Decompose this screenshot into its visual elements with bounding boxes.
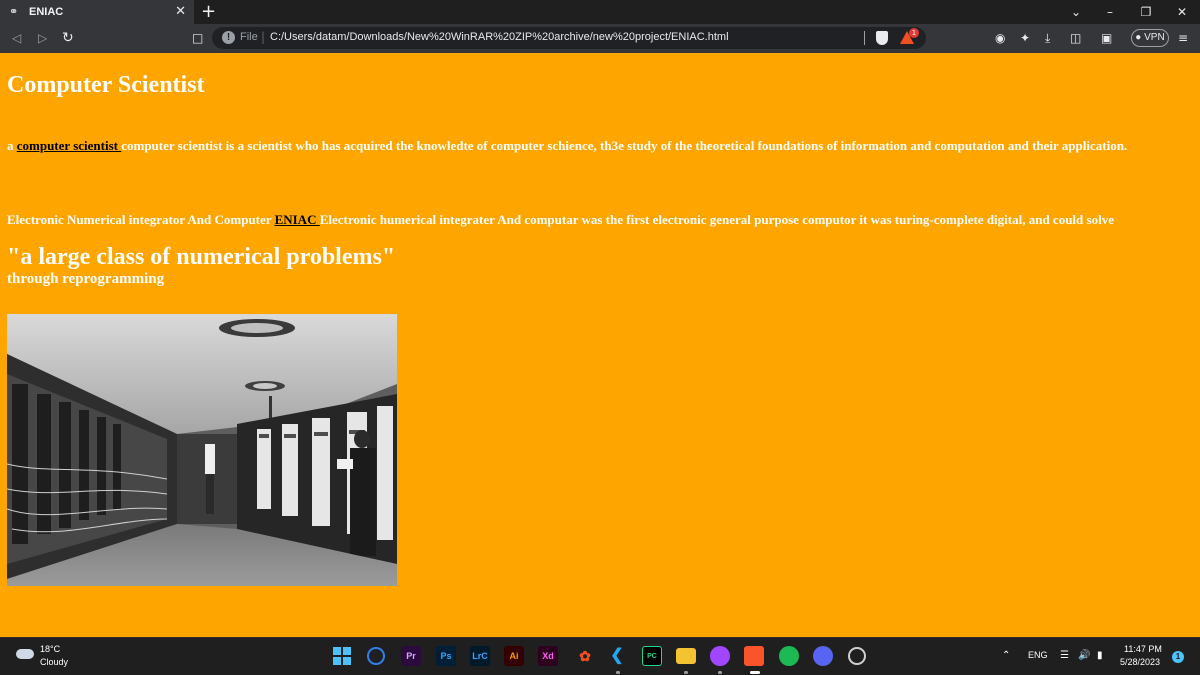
bookmark-icon[interactable]: □ [192,31,203,45]
page-title: Computer Scientist [7,72,205,98]
clock-time[interactable]: 11:47 PM [1124,644,1162,654]
minimize-button[interactable]: – [1092,0,1128,24]
paragraph-computer-scientist: a computer scientist computer scientist … [7,137,1195,154]
obs-icon[interactable] [848,647,866,665]
tray-overflow-icon[interactable]: ⌃ [1002,650,1010,661]
forward-icon[interactable]: ▷ [38,30,47,46]
start-button[interactable] [333,647,351,665]
spy-extension-icon[interactable]: ◉ [995,31,1005,45]
brave-browser-icon[interactable] [744,646,764,666]
photoshop-icon[interactable]: Ps [436,646,456,666]
xd-icon[interactable]: Xd [538,646,558,666]
running-indicator [718,671,722,674]
wifi-icon[interactable]: ☰ [1060,650,1069,661]
weather-temperature[interactable]: 18°C [40,644,60,654]
menu-icon[interactable]: ≡ [1178,31,1188,45]
clock-date[interactable]: 5/28/2023 [1120,657,1160,667]
windows-taskbar: 18°C Cloudy Pr Ps LrC Ai Xd ✿ ❮ PC ⌃ ENG… [0,637,1200,675]
eniac-photo-illustration [7,314,397,586]
url-text[interactable]: C:/Users/datam/Downloads/New%20WinRAR%20… [270,31,729,43]
through-reprogramming-text: through reprogramming [7,271,165,287]
download-icon[interactable]: ⤓ [1045,31,1050,45]
tab-eniac[interactable]: ⚭ ENIAC ✕ [0,0,194,24]
page-content: Computer Scientist a computer scientist … [0,53,1200,637]
address-bar[interactable]: ! File | C:/Users/datam/Downloads/New%20… [212,27,926,49]
premiere-pro-icon[interactable]: Pr [401,646,421,666]
language-indicator[interactable]: ENG [1028,650,1048,660]
rewards-badge: 1 [909,28,919,38]
start-icon-tile [333,657,341,665]
extensions-icon[interactable]: ✦ [1020,31,1030,45]
battery-icon[interactable]: ▮ [1097,650,1103,661]
vpn-button[interactable]: ● VPN [1131,29,1169,47]
browser-toolbar: ◁ ▷ ↻ □ ! File | C:/Users/datam/Download… [0,24,1200,53]
cloud-icon[interactable] [16,649,34,659]
brave-shield-icon[interactable] [876,31,888,45]
weather-condition[interactable]: Cloudy [40,657,68,667]
info-icon[interactable]: ! [222,31,235,44]
tab-search-icon[interactable]: ⌄ [1058,0,1094,24]
p2-prefix: Electronic Numerical integrator And Comp… [7,212,275,227]
notification-badge[interactable]: 1 [1172,651,1184,663]
reload-icon[interactable]: ↻ [62,30,74,46]
start-icon-tile [333,647,341,655]
lightroom-classic-icon[interactable]: LrC [470,646,490,666]
restore-button[interactable]: ❐ [1128,0,1164,24]
vscode-icon[interactable]: ❮ [607,646,627,666]
new-tab-button[interactable]: + [201,1,216,23]
sidebar-icon[interactable]: ◫ [1070,31,1081,45]
p1-text: computer scientist is a scientist who ha… [121,138,1128,153]
discord-icon[interactable] [813,646,833,666]
running-indicator [684,671,688,674]
start-icon-tile [343,657,351,665]
eniac-link[interactable]: ENIAC [275,212,320,227]
close-window-button[interactable]: ✕ [1164,0,1200,24]
globe-icon: ⚭ [9,5,19,18]
omnibox-divider [864,31,865,45]
illustrator-icon[interactable]: Ai [504,646,524,666]
file-explorer-icon[interactable] [676,648,696,664]
volume-icon[interactable]: 🔊 [1078,650,1090,661]
p2-text: Electronic humerical integrater And comp… [319,212,1114,227]
running-indicator [616,671,620,674]
tab-strip: ⚭ ENIAC ✕ + ⌄ – ❐ ✕ [0,0,1200,24]
p1-prefix: a [7,138,17,153]
quote-heading: "a large class of numerical problems" [7,244,396,270]
spotify-icon[interactable] [779,646,799,666]
close-tab-icon[interactable]: ✕ [175,3,186,21]
back-icon[interactable]: ◁ [12,30,21,46]
figma-icon[interactable]: ✿ [575,646,595,666]
start-icon-tile [343,647,351,655]
cortana-icon[interactable] [367,647,385,665]
computer-scientist-link[interactable]: computer scientist [17,138,121,153]
tab-title: ENIAC [29,6,64,18]
active-indicator [750,671,760,674]
messenger-icon[interactable] [710,646,730,666]
url-separator: | [261,30,266,44]
url-scheme: File [240,31,258,43]
pycharm-icon[interactable]: PC [642,646,662,666]
paragraph-eniac: Electronic Numerical integrator And Comp… [7,211,1195,228]
eniac-photo [7,314,397,586]
wallet-icon[interactable]: ▣ [1101,31,1112,45]
